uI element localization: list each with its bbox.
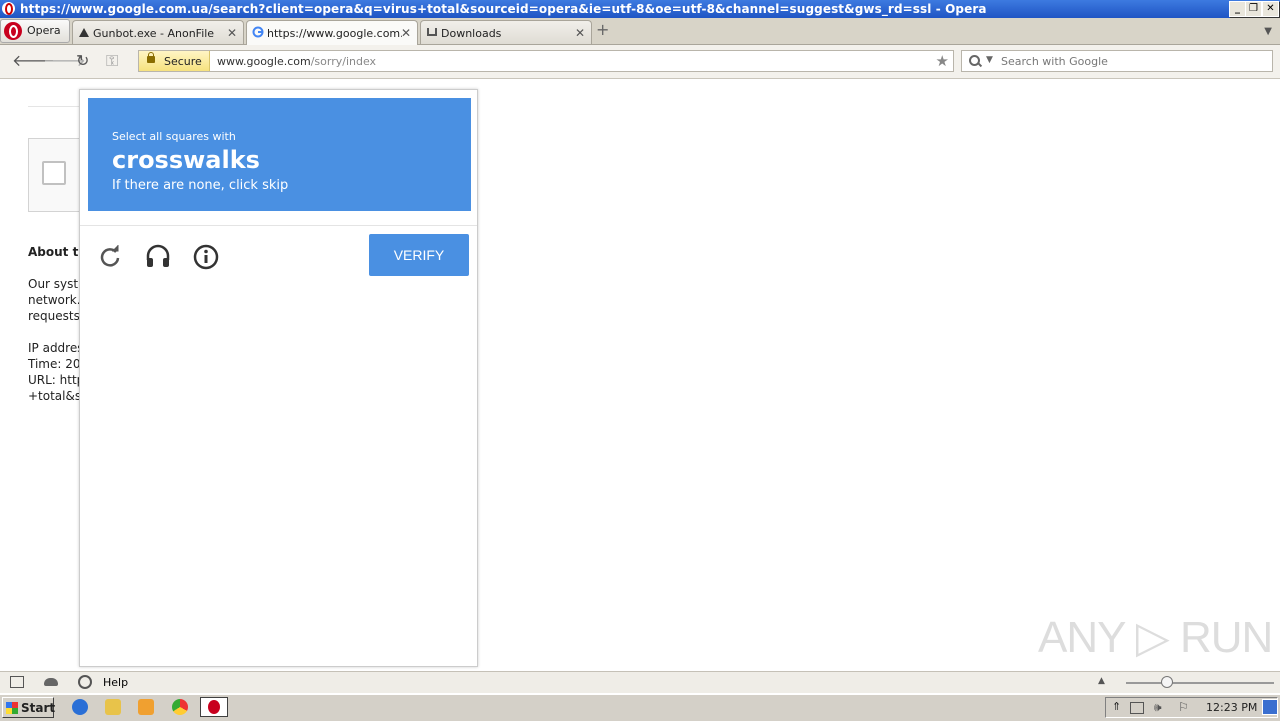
recaptcha-checkbox[interactable] (42, 161, 66, 185)
page-text-line: Our syst (28, 277, 79, 291)
turbo-icon[interactable] (78, 675, 92, 689)
status-bar: Help ▲ (0, 671, 1280, 693)
zoom-slider-handle[interactable] (1161, 676, 1173, 688)
start-label: Start (21, 701, 56, 715)
action-center-flag-icon[interactable]: ⚐ (1178, 700, 1189, 714)
page-text-line: network. (28, 293, 81, 307)
anonfile-icon (79, 28, 89, 37)
help-label[interactable]: Help (103, 676, 128, 689)
url-path: /sorry/index (310, 55, 377, 68)
lock-icon (147, 52, 155, 63)
google-icon (252, 26, 264, 38)
opera-taskbar-button[interactable] (200, 697, 228, 717)
opera-logo-icon (2, 2, 15, 15)
captcha-divider (80, 225, 477, 226)
search-input[interactable]: ▼ Search with Google (961, 50, 1273, 72)
url-host: www.google.com (217, 55, 311, 68)
captcha-instructions-banner: Select all squares with crosswalks If th… (88, 98, 471, 211)
minimize-button[interactable]: _ (1229, 1, 1246, 17)
clock: 12:23 PM (1206, 701, 1258, 714)
opera-menu-label: Opera (27, 24, 61, 37)
tab-label: Gunbot.exe - AnonFile (93, 27, 215, 40)
start-button[interactable]: Start (2, 697, 56, 718)
tab-anonfile[interactable]: Gunbot.exe - AnonFile ✕ (72, 20, 244, 44)
opera-unite-cloud-icon[interactable] (44, 678, 58, 686)
tray-expand-icon[interactable]: ⇑ (1112, 700, 1121, 713)
captcha-challenge-popup: Select all squares with crosswalks If th… (79, 89, 478, 667)
reload-button[interactable]: ↻ (76, 53, 89, 69)
captcha-prompt-small: Select all squares with (112, 130, 236, 143)
network-icon[interactable] (1130, 702, 1144, 714)
window-title-bar: https://www.google.com.ua/search?client=… (0, 0, 1280, 18)
close-window-button[interactable]: ✕ (1262, 1, 1279, 17)
page-info-line: URL: http (28, 373, 85, 387)
tab-strip: Opera Gunbot.exe - AnonFile ✕ https://ww… (0, 18, 1280, 45)
tab-google[interactable]: https://www.google.com... ✕ (246, 20, 418, 45)
page-info-line: IP addres (28, 341, 84, 355)
show-desktop-icon[interactable] (1262, 699, 1278, 715)
new-tab-button[interactable]: + (596, 22, 609, 38)
opera-icon (208, 700, 220, 714)
opera-menu-button[interactable]: Opera (0, 19, 70, 43)
captcha-prompt-sub: If there are none, click skip (112, 178, 289, 193)
windows-taskbar: Start ⇑ 🕪 ⚐ 12:23 PM (0, 694, 1280, 721)
internet-explorer-icon[interactable] (72, 699, 88, 715)
page-info-line: Time: 20 (28, 357, 81, 371)
reload-challenge-icon[interactable] (97, 244, 123, 270)
search-placeholder: Search with Google (1001, 55, 1108, 68)
verify-button[interactable]: VERIFY (369, 234, 469, 276)
captcha-prompt-object: crosswalks (112, 146, 260, 174)
navigation-toolbar: 🡐 🡒 ↻ ⚿ Secure www.google.com/sorry/inde… (0, 45, 1280, 79)
restore-button[interactable]: ❐ (1245, 1, 1262, 17)
panel-toggle-icon[interactable] (10, 676, 24, 688)
media-player-icon[interactable] (138, 699, 154, 715)
tab-downloads[interactable]: Downloads ✕ (420, 20, 592, 44)
secure-label: Secure (164, 55, 202, 68)
opera-icon (4, 22, 22, 40)
close-tab-icon[interactable]: ✕ (401, 26, 411, 40)
folder-icon[interactable] (105, 699, 121, 715)
close-tab-icon[interactable]: ✕ (227, 26, 237, 40)
zoom-slider-track[interactable] (1126, 682, 1274, 684)
key-icon[interactable]: ⚿ (106, 53, 118, 69)
secure-badge[interactable]: Secure (139, 51, 210, 71)
search-icon (969, 55, 980, 66)
windows-flag-icon (6, 702, 18, 714)
close-tab-icon[interactable]: ✕ (575, 26, 585, 40)
address-bar[interactable]: Secure www.google.com/sorry/index ★ (138, 50, 954, 72)
search-engine-dropdown-icon[interactable]: ▼ (986, 55, 993, 65)
window-title: https://www.google.com.ua/search?client=… (20, 2, 987, 16)
url-text[interactable]: www.google.com/sorry/index (217, 55, 376, 68)
page-text-line: requests (28, 309, 80, 323)
info-icon[interactable] (193, 244, 219, 270)
downloads-icon (427, 28, 437, 36)
tab-list-menu-icon[interactable]: ▼ (1264, 26, 1272, 37)
zoom-collapse-icon[interactable]: ▲ (1098, 676, 1105, 686)
anyrun-watermark: ANY ▷ RUN (1038, 613, 1273, 662)
audio-challenge-icon[interactable] (145, 244, 171, 270)
tab-label: https://www.google.com... (267, 27, 402, 40)
volume-icon[interactable]: 🕪 (1154, 700, 1162, 715)
chrome-icon[interactable] (172, 699, 188, 715)
tab-label: Downloads (441, 27, 502, 40)
bookmark-star-icon[interactable]: ★ (936, 52, 949, 70)
